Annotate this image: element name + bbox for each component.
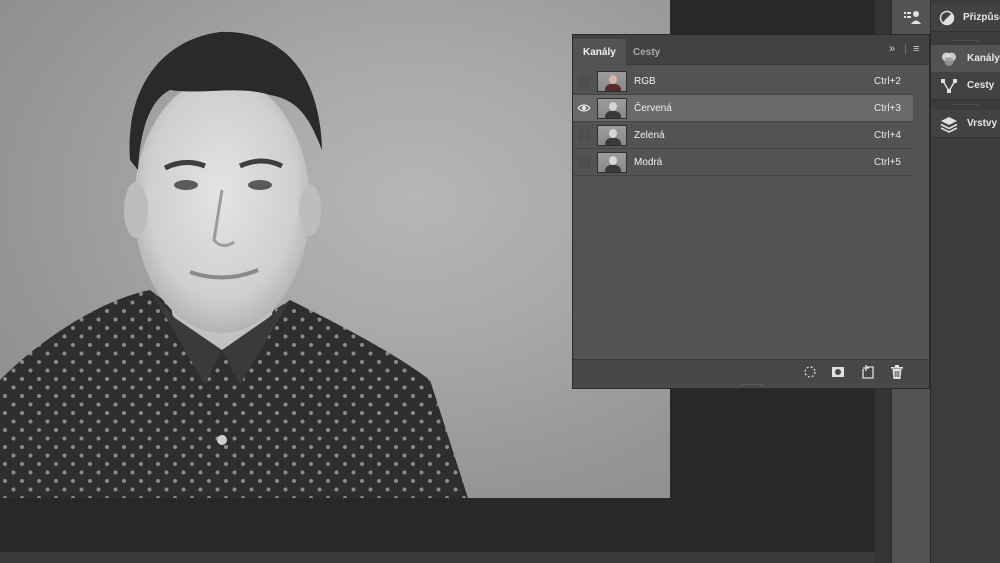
channel-list: RGB Ctrl+2 Červená Ctrl+3 Zelená Ctrl+4 [573, 68, 913, 176]
dock-item-paths[interactable]: Cesty [931, 72, 1000, 100]
channel-thumbnail [597, 151, 627, 173]
channel-thumbnail [597, 97, 627, 119]
adjustments-icon [939, 8, 955, 28]
channel-thumbnail [597, 124, 627, 146]
dock-grip[interactable] [953, 104, 979, 106]
channel-shortcut: Ctrl+5 [874, 156, 901, 168]
panel-dock: Přizpůso Kanály Cesty Vrstvy [931, 0, 1000, 563]
dock-label-paths: Cesty [967, 80, 995, 91]
channel-row-red[interactable]: Červená Ctrl+3 [573, 95, 913, 122]
load-selection-icon[interactable] [802, 364, 818, 380]
panel-scrollbar[interactable] [913, 68, 929, 359]
channel-row-blue[interactable]: Modrá Ctrl+5 [573, 149, 913, 176]
eye-icon[interactable] [573, 95, 595, 122]
panel-menu-icon[interactable]: ≡ [913, 43, 919, 55]
visibility-toggle[interactable] [573, 122, 595, 149]
tab-channels[interactable]: Kanály [573, 39, 626, 65]
divider: | [904, 43, 907, 55]
portrait-image [0, 31, 468, 498]
channel-thumbnail [597, 70, 627, 92]
save-selection-icon[interactable] [830, 364, 846, 380]
tab-paths[interactable]: Cesty [623, 39, 670, 65]
channels-icon [939, 49, 959, 69]
channel-name: Modrá [634, 156, 663, 168]
document-photo[interactable] [0, 0, 670, 498]
dock-item-adjustments[interactable]: Přizpůso [931, 4, 1000, 32]
layers-icon [939, 114, 959, 134]
collapse-panel-icon[interactable]: » [889, 43, 895, 55]
paths-icon [939, 76, 959, 96]
channel-shortcut: Ctrl+4 [874, 129, 901, 141]
panel-footer [573, 359, 929, 383]
channel-shortcut: Ctrl+2 [874, 75, 901, 87]
new-channel-icon[interactable] [860, 364, 876, 380]
visibility-toggle[interactable] [573, 149, 595, 176]
channel-row-rgb[interactable]: RGB Ctrl+2 [573, 68, 913, 95]
dock-label-layers: Vrstvy [967, 118, 998, 129]
dock-item-layers[interactable]: Vrstvy [931, 110, 1000, 138]
channels-panel: Kanály Cesty » | ≡ RGB Ctrl+2 Červená Ct… [572, 34, 930, 389]
trash-icon[interactable] [889, 364, 905, 380]
dock-label-adjustments: Přizpůso [963, 12, 1000, 23]
dock-label-channels: Kanály [967, 53, 1000, 64]
dock-grip[interactable] [953, 40, 979, 42]
channel-name: Červená [634, 102, 672, 114]
channel-row-green[interactable]: Zelená Ctrl+4 [573, 122, 913, 149]
channel-name: Zelená [634, 129, 665, 141]
panel-tab-bar[interactable]: Kanály Cesty » | ≡ [573, 35, 929, 65]
panel-resize-grip[interactable] [573, 383, 929, 388]
visibility-toggle[interactable] [573, 68, 595, 95]
dock-item-channels[interactable]: Kanály [931, 45, 1000, 73]
horizontal-scrollbar[interactable] [0, 551, 875, 563]
clone-source-icon[interactable] [900, 6, 924, 28]
channel-shortcut: Ctrl+3 [874, 102, 901, 114]
channel-name: RGB [634, 75, 656, 87]
